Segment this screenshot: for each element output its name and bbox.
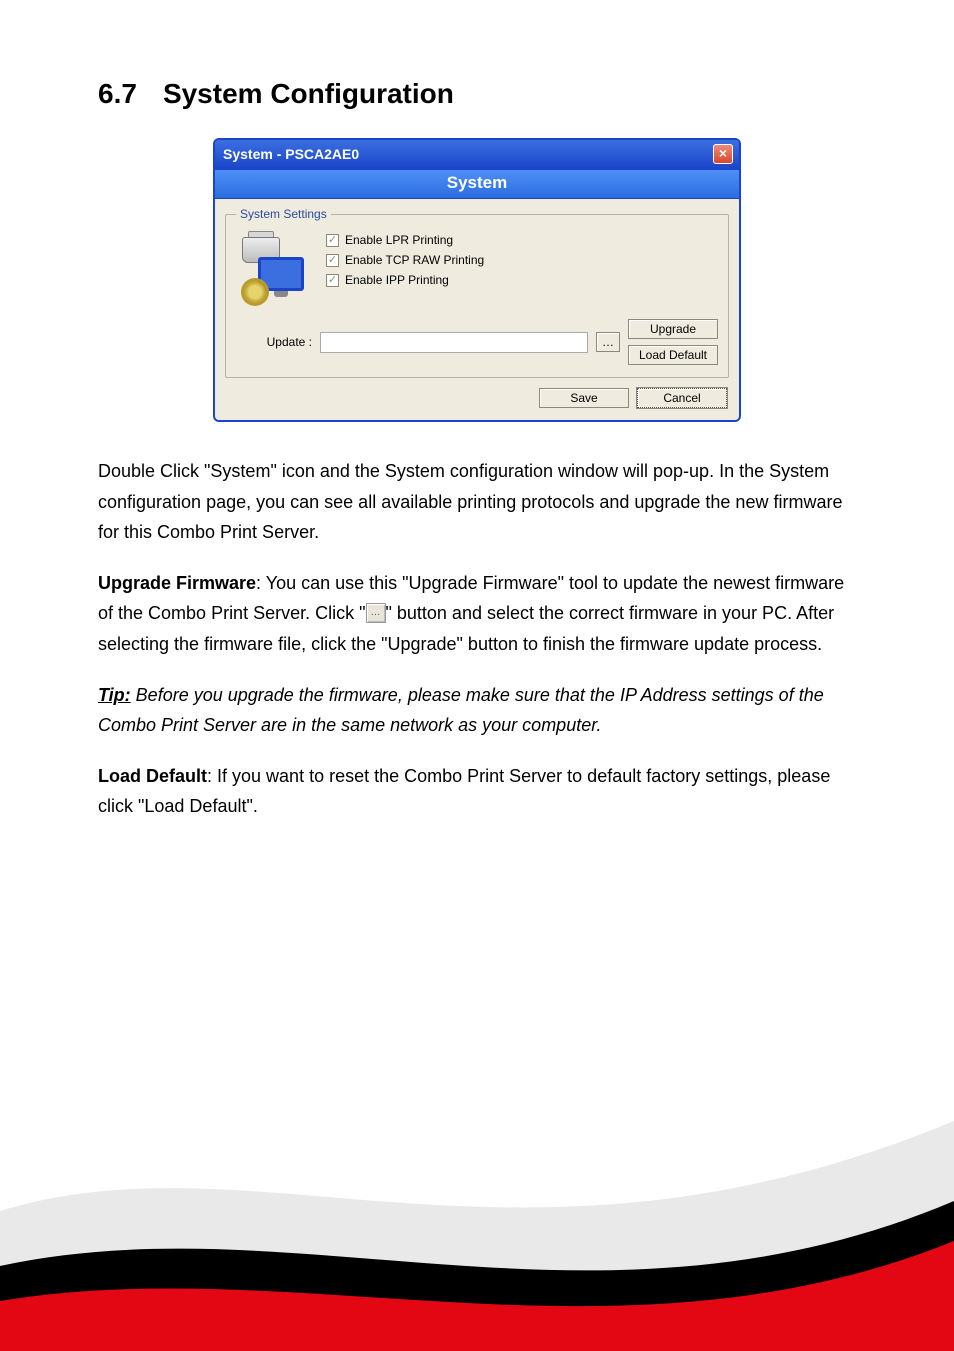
save-button[interactable]: Save xyxy=(539,388,629,408)
window-banner: System xyxy=(215,169,739,199)
checkbox-label: Enable TCP RAW Printing xyxy=(345,253,484,267)
section-number: 6.7 xyxy=(98,78,137,110)
upgrade-firmware-lead: Upgrade Firmware xyxy=(98,573,256,593)
paragraph-intro: Double Click "System" icon and the Syste… xyxy=(98,456,856,548)
close-button[interactable]: × xyxy=(713,144,733,164)
tip-text: Before you upgrade the firmware, please … xyxy=(98,685,824,736)
checkbox-icon: ✓ xyxy=(326,254,339,267)
load-default-lead: Load Default xyxy=(98,766,207,786)
checkbox-enable-tcp-raw[interactable]: ✓ Enable TCP RAW Printing xyxy=(326,253,484,267)
load-default-button[interactable]: Load Default xyxy=(628,345,718,365)
section-title-text: System Configuration xyxy=(163,78,454,109)
window-client-area: System Settings ✓ Enable LP xyxy=(215,199,739,420)
fieldset-legend: System Settings xyxy=(236,207,331,221)
system-settings-fieldset: System Settings ✓ Enable LP xyxy=(225,207,729,378)
inline-browse-icon xyxy=(366,603,386,623)
paragraph-load-default: Load Default: If you want to reset the C… xyxy=(98,761,856,822)
checkbox-icon: ✓ xyxy=(326,274,339,287)
update-label: Update : xyxy=(236,335,312,349)
close-icon: × xyxy=(719,145,727,161)
footer-decoration xyxy=(0,1091,954,1351)
window-titlebar: System - PSCA2AE0 × xyxy=(215,140,739,169)
checkbox-enable-ipp[interactable]: ✓ Enable IPP Printing xyxy=(326,273,484,287)
checkbox-enable-lpr[interactable]: ✓ Enable LPR Printing xyxy=(326,233,484,247)
paragraph-tip: Tip: Before you upgrade the firmware, pl… xyxy=(98,680,856,741)
checkbox-label: Enable LPR Printing xyxy=(345,233,453,247)
tip-label: Tip: xyxy=(98,685,131,705)
load-default-text: : If you want to reset the Combo Print S… xyxy=(98,766,830,817)
firmware-path-input[interactable] xyxy=(320,332,588,353)
browse-button[interactable]: … xyxy=(596,332,620,352)
checkbox-label: Enable IPP Printing xyxy=(345,273,449,287)
printer-monitor-icon xyxy=(236,233,308,305)
system-config-window: System - PSCA2AE0 × System System Settin… xyxy=(213,138,741,422)
paragraph-upgrade-firmware: Upgrade Firmware: You can use this "Upgr… xyxy=(98,568,856,660)
section-heading: 6.7 System Configuration xyxy=(98,78,856,110)
window-title: System - PSCA2AE0 xyxy=(223,146,359,162)
ellipsis-icon: … xyxy=(602,335,614,349)
checkbox-icon: ✓ xyxy=(326,234,339,247)
upgrade-button[interactable]: Upgrade xyxy=(628,319,718,339)
cancel-button[interactable]: Cancel xyxy=(637,388,727,408)
